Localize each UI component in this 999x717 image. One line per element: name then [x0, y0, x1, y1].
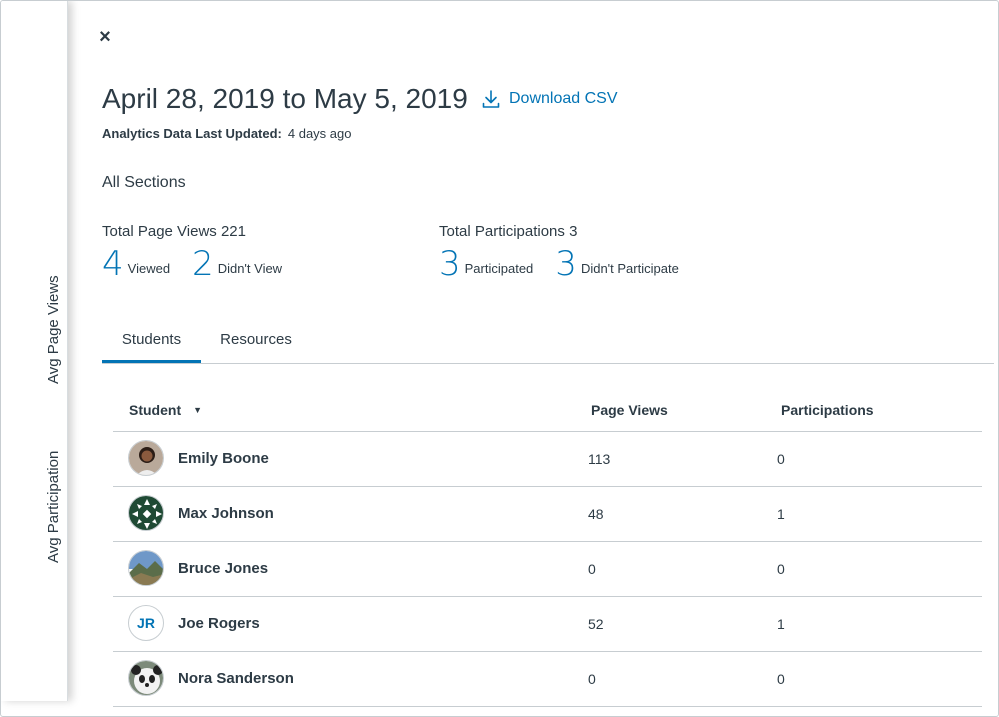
- didnt-view-count: 2: [192, 244, 214, 284]
- total-page-views-heading: Total Page Views 221: [102, 223, 246, 240]
- page-views-cell: 0: [588, 671, 596, 687]
- download-icon: [482, 90, 500, 108]
- page-views-cell: 48: [588, 506, 604, 522]
- participations-cell: 1: [777, 506, 785, 522]
- participations-cell: 0: [777, 671, 785, 687]
- tab-resources[interactable]: Resources: [210, 321, 302, 363]
- didnt-view-label: Didn't View: [217, 261, 283, 276]
- participations-column-header: Participations: [781, 402, 874, 418]
- participated-label: Participated: [464, 261, 534, 276]
- students-table: Student ▼ Page Views Participations Emily…: [113, 391, 982, 707]
- page-views-cell: 113: [588, 451, 611, 467]
- student-name-link[interactable]: Nora Sanderson: [178, 670, 294, 687]
- avg-page-views-tab[interactable]: Avg Page Views: [45, 275, 62, 384]
- didnt-view-stat: 2 Didn't View: [192, 247, 282, 281]
- page-views-cell: 0: [588, 561, 596, 577]
- viewed-label: Viewed: [127, 261, 171, 276]
- table-header: Student ▼ Page Views Participations: [113, 391, 982, 432]
- side-rail: Avg Page Views Avg Participation: [1, 1, 68, 701]
- page-views-column-header: Page Views: [591, 402, 668, 418]
- participated-stat: 3 Participated: [439, 247, 533, 281]
- download-csv-button[interactable]: Download CSV: [481, 89, 618, 109]
- avg-participation-tab[interactable]: Avg Participation: [45, 451, 62, 563]
- table-row: Emily Boone 113 0: [113, 432, 982, 487]
- table-row: Max Johnson 48 1: [113, 487, 982, 542]
- participations-cell: 1: [777, 616, 785, 632]
- participated-count: 3: [439, 244, 461, 284]
- student-header-label: Student: [129, 402, 182, 418]
- student-column-header[interactable]: Student ▼: [129, 402, 202, 418]
- avatar: [128, 495, 164, 531]
- page-views-stats: 4 Viewed 2 Didn't View: [102, 247, 282, 281]
- student-name-link[interactable]: Max Johnson: [178, 505, 274, 522]
- avatar: [128, 550, 164, 586]
- participations-cell: 0: [777, 561, 785, 577]
- viewed-stat: 4 Viewed: [102, 247, 170, 281]
- didnt-participate-label: Didn't Participate: [580, 261, 679, 276]
- avatar: [128, 660, 164, 696]
- analytics-panel: Avg Page Views Avg Participation × April…: [0, 0, 999, 717]
- tab-students[interactable]: Students: [102, 321, 201, 363]
- section-filter[interactable]: All Sections: [102, 174, 186, 192]
- student-name-link[interactable]: Emily Boone: [178, 450, 269, 467]
- viewed-count: 4: [102, 244, 124, 284]
- avatar: [128, 440, 164, 476]
- close-icon[interactable]: ×: [95, 27, 115, 47]
- download-csv-label: Download CSV: [509, 90, 618, 107]
- table-row: Bruce Jones 0 0: [113, 542, 982, 597]
- table-row: Nora Sanderson 0 0: [113, 652, 982, 707]
- last-updated-label: Analytics Data Last Updated:: [102, 126, 282, 141]
- last-updated: Analytics Data Last Updated: 4 days ago: [102, 126, 351, 141]
- student-name-link[interactable]: Bruce Jones: [178, 560, 268, 577]
- tab-list: Students Resources: [102, 321, 994, 364]
- didnt-participate-count: 3: [555, 244, 577, 284]
- student-name-link[interactable]: Joe Rogers: [178, 615, 260, 632]
- avatar: JR: [128, 605, 164, 641]
- participation-stats: 3 Participated 3 Didn't Participate: [439, 247, 679, 281]
- table-row: JR Joe Rogers 52 1: [113, 597, 982, 652]
- page-views-cell: 52: [588, 616, 604, 632]
- participations-cell: 0: [777, 451, 785, 467]
- last-updated-value: 4 days ago: [287, 126, 352, 141]
- didnt-participate-stat: 3 Didn't Participate: [555, 247, 679, 281]
- sort-descending-icon: ▼: [193, 405, 203, 415]
- date-range-title: April 28, 2019 to May 5, 2019: [102, 83, 468, 114]
- total-participations-heading: Total Participations 3: [439, 223, 578, 240]
